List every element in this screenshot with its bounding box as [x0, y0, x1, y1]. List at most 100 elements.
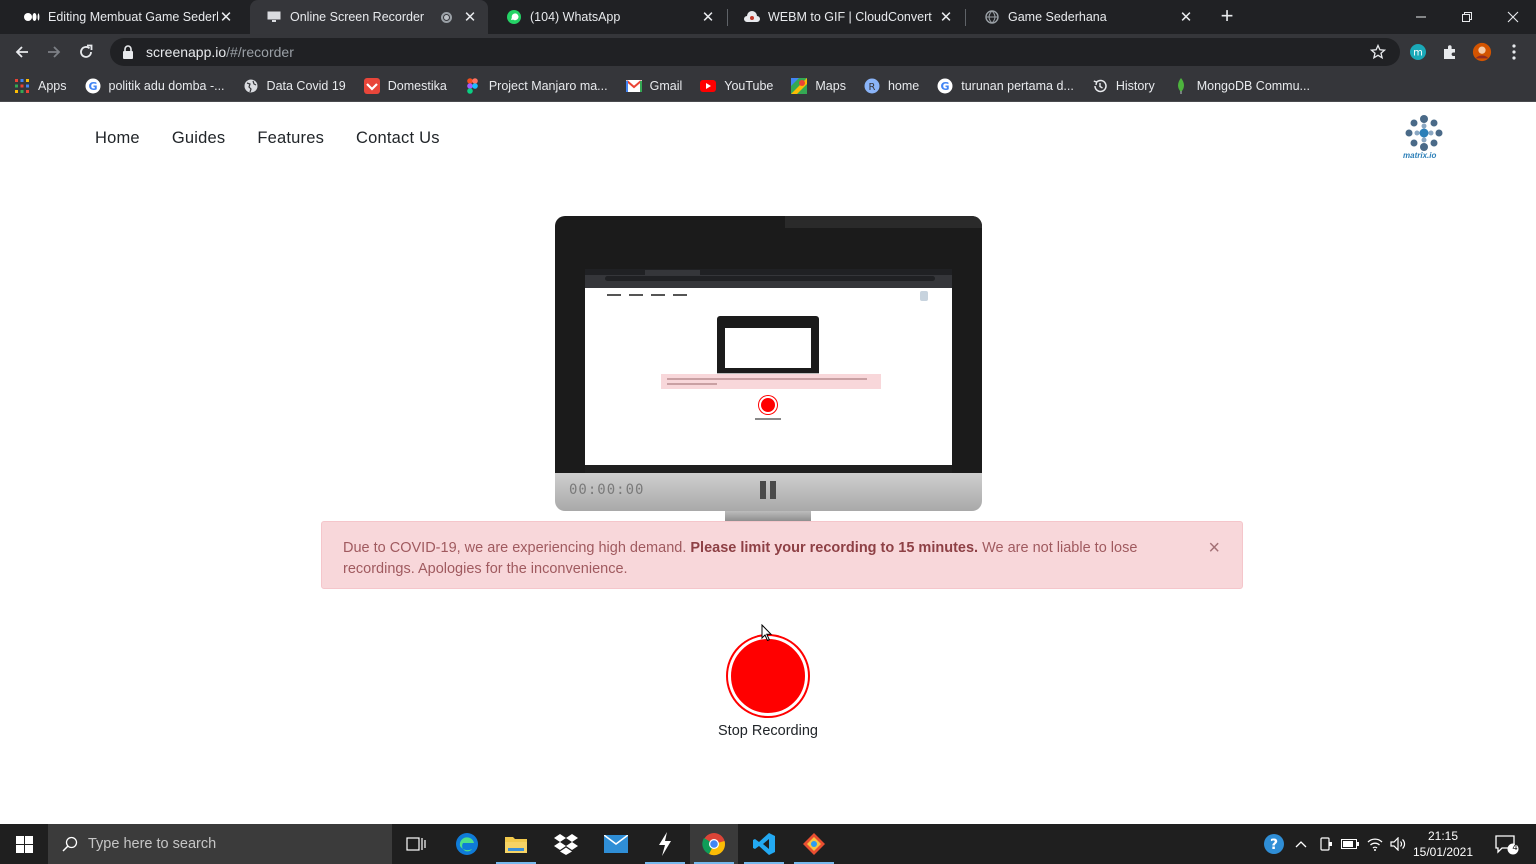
bookmark-project-manjaro[interactable]: Project Manjaro ma... [465, 77, 608, 94]
tab-cloudconvert[interactable]: WEBM to GIF | CloudConvert ✕ [728, 0, 964, 34]
nav-guides[interactable]: Guides [172, 129, 225, 148]
task-view-button[interactable] [392, 824, 440, 864]
bookmark-label: Data Covid 19 [266, 78, 346, 93]
bookmark-star-icon[interactable] [1369, 43, 1387, 65]
close-icon[interactable]: ✕ [218, 8, 234, 26]
whatsapp-icon [506, 9, 522, 25]
back-button[interactable] [10, 40, 34, 64]
close-icon[interactable]: ✕ [938, 8, 954, 26]
profile-avatar-icon[interactable] [1472, 42, 1492, 62]
git-app-taskbar-button[interactable] [790, 824, 838, 864]
folder-icon [505, 837, 527, 853]
search-placeholder: Type here to search [88, 836, 217, 852]
mail-icon [604, 835, 628, 853]
close-icon[interactable]: ✕ [462, 8, 478, 26]
help-tray-icon[interactable]: ? [1260, 824, 1288, 864]
extension-m-icon[interactable]: m [1408, 42, 1428, 62]
volume-tray-icon[interactable] [1387, 824, 1409, 864]
start-button[interactable] [0, 824, 48, 864]
close-icon[interactable]: ✕ [1178, 8, 1194, 26]
address-bar[interactable]: screenapp.io/#/recorder [110, 38, 1400, 66]
gmail-icon [625, 78, 642, 94]
taskbar-clock[interactable]: 21:15 15/01/2021 [1410, 828, 1476, 860]
bookmark-domestika[interactable]: Domestika [363, 77, 447, 94]
bookmark-politik-adu-domba[interactable]: G politik adu domba -... [85, 78, 225, 94]
lock-icon[interactable] [122, 45, 136, 59]
bookmark-label: Maps [815, 78, 846, 93]
search-icon [62, 836, 78, 852]
tab-online-screen-recorder[interactable]: Online Screen Recorder ✕ [250, 0, 488, 34]
restore-button[interactable] [1444, 0, 1490, 34]
clock-time: 21:15 [1427, 829, 1459, 843]
chrome-menu-icon[interactable] [1504, 42, 1524, 62]
close-window-icon [1507, 11, 1519, 23]
monitor-controls: 00:00:00 [555, 473, 982, 511]
close-icon[interactable]: ✕ [700, 8, 716, 26]
google-icon: G [937, 78, 953, 94]
notification-count-badge: 4 [1512, 842, 1518, 852]
svg-text:?: ? [1270, 837, 1278, 853]
vscode-icon [753, 833, 775, 855]
reload-icon [80, 44, 93, 58]
lightning-icon [659, 832, 671, 856]
close-window-button[interactable] [1490, 0, 1536, 34]
stop-recording-button[interactable] [728, 636, 808, 716]
bookmark-data-covid-19[interactable]: Data Covid 19 [243, 78, 346, 94]
monitor-stand [725, 511, 811, 521]
bookmark-label: YouTube [724, 78, 774, 93]
svg-text:G: G [88, 80, 97, 93]
arrow-right-icon [48, 46, 61, 58]
battery-tray-icon[interactable] [1339, 824, 1361, 864]
bookmark-history[interactable]: History [1092, 78, 1155, 94]
minimize-button[interactable] [1398, 0, 1444, 34]
nav-features[interactable]: Features [257, 129, 324, 148]
taskbar-search-input[interactable]: Type here to search [48, 824, 392, 864]
new-tab-button[interactable]: + [1215, 4, 1239, 30]
windows-logo-icon [15, 835, 33, 853]
bookmark-mongodb[interactable]: MongoDB Commu... [1173, 77, 1310, 94]
tab-title: (104) WhatsApp [530, 10, 621, 24]
bookmark-maps[interactable]: Maps [791, 77, 846, 94]
forward-button[interactable] [42, 40, 66, 64]
device-tray-icon[interactable] [1315, 824, 1337, 864]
tab-separator [965, 9, 966, 26]
alert-close-button[interactable]: × [1208, 538, 1220, 558]
chrome-taskbar-button[interactable] [690, 824, 738, 864]
medium-icon [24, 9, 40, 25]
action-center-button[interactable]: 4 [1490, 824, 1524, 864]
bolt-app-taskbar-button[interactable] [641, 824, 689, 864]
bookmark-label: MongoDB Commu... [1196, 78, 1310, 93]
youtube-icon [700, 78, 717, 94]
figma-icon [465, 77, 481, 94]
nav-home[interactable]: Home [95, 129, 140, 148]
show-hidden-icons-button[interactable] [1291, 824, 1311, 864]
chevron-up-icon [1295, 841, 1307, 848]
recording-indicator-icon [441, 11, 452, 23]
extensions-puzzle-icon[interactable] [1440, 42, 1460, 62]
tab-whatsapp[interactable]: (104) WhatsApp ✕ [490, 0, 726, 34]
maps-icon [791, 77, 808, 94]
bookmark-gmail[interactable]: Gmail [625, 78, 682, 94]
tab-game-sederhana[interactable]: Game Sederhana ✕ [968, 0, 1204, 34]
clock-date: 15/01/2021 [1412, 845, 1474, 859]
bookmark-turunan-pertama[interactable]: G turunan pertama d... [937, 78, 1074, 94]
reload-button[interactable] [74, 40, 98, 64]
history-icon [1092, 78, 1108, 94]
nav-contact-us[interactable]: Contact Us [356, 129, 440, 148]
tab-editing-game[interactable]: Editing Membuat Game Sederhana ✕ [8, 0, 244, 34]
mouse-cursor-icon [761, 624, 773, 642]
vscode-taskbar-button[interactable] [740, 824, 788, 864]
edge-taskbar-button[interactable] [443, 824, 491, 864]
mail-taskbar-button[interactable] [592, 824, 640, 864]
tab-title: WEBM to GIF | CloudConvert [768, 10, 932, 24]
bookmark-apps[interactable]: Apps [14, 78, 67, 94]
bookmark-home[interactable]: R home [864, 78, 919, 94]
file-explorer-taskbar-button[interactable] [492, 824, 540, 864]
browser-toolbar: screenapp.io/#/recorder m [0, 34, 1536, 70]
pause-button[interactable] [760, 481, 776, 499]
bookmark-label: Project Manjaro ma... [488, 78, 608, 93]
dropbox-taskbar-button[interactable] [542, 824, 590, 864]
stop-recording-label: Stop Recording [718, 723, 818, 739]
bookmark-youtube[interactable]: YouTube [700, 78, 773, 94]
wifi-tray-icon[interactable] [1364, 824, 1386, 864]
